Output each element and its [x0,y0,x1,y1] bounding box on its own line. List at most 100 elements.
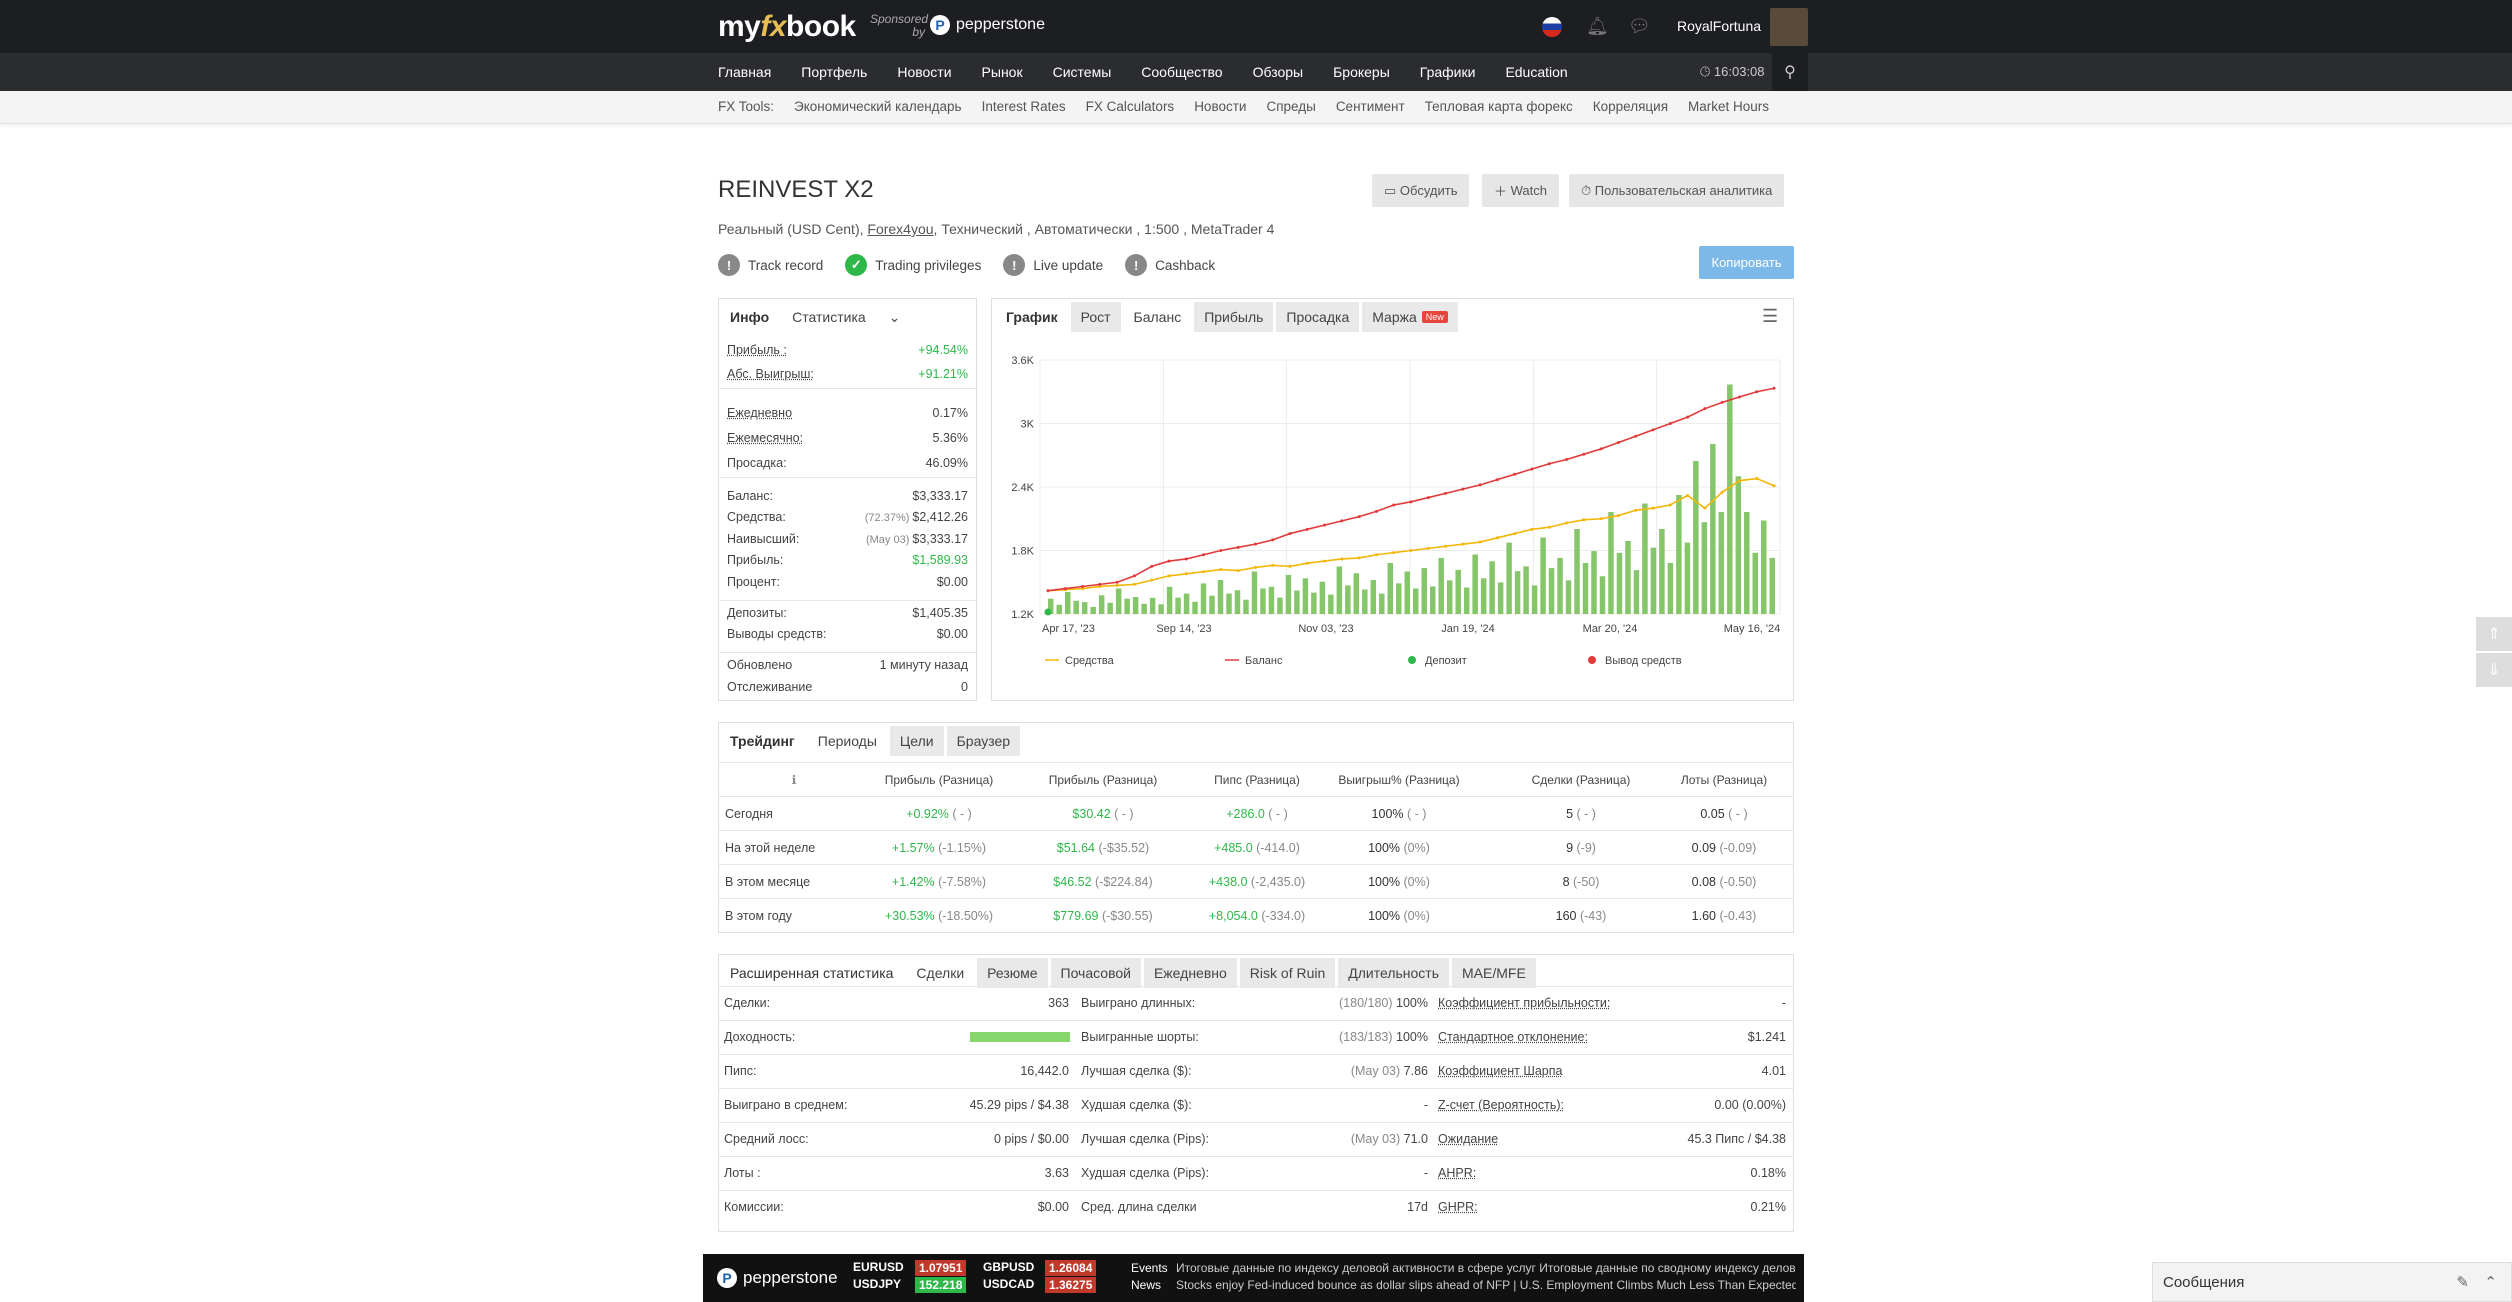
quote-symbol[interactable]: GBPUSD [983,1260,1034,1274]
ext-label[interactable]: Ожидание [1438,1132,1498,1146]
equity-line-point [1323,559,1327,563]
ext-label: Сделки: [724,996,771,1010]
trading-tab-3[interactable]: Браузер [946,726,1021,756]
nav-item-2[interactable]: Новости [897,64,951,80]
chart-tab-1[interactable]: Рост [1070,302,1121,332]
chart-tab-5[interactable]: Маржа New [1362,302,1458,332]
scroll-top-icon[interactable]: ⇑ [2476,617,2512,651]
ext-label[interactable]: AHPR: [1438,1166,1476,1180]
balance-line-point [1737,395,1741,399]
discuss-button[interactable]: ▭ Обсудить [1372,174,1470,207]
nav-item-5[interactable]: Сообщество [1141,64,1222,80]
balance-line-point [1513,472,1517,476]
chevron-down-icon[interactable]: ⌄ [878,302,911,332]
deposit-bar [1413,588,1419,614]
nav-item-9[interactable]: Education [1505,64,1567,80]
ext-label[interactable]: Коэффициент Шарпа [1438,1064,1562,1078]
balance-line-point [1444,491,1448,495]
broker-link[interactable]: Forex4you [867,221,933,237]
balance-line-point [1132,574,1136,578]
tools-item-8[interactable]: Корреляция [1593,99,1668,114]
messages-bar[interactable]: Сообщения ✎ ⌃ [2152,1262,2512,1302]
myfxbook-logo[interactable]: myfxbook [718,10,856,44]
cell-diff: (-0.09) [1716,841,1757,855]
tab-info[interactable]: Инфо [720,302,780,332]
bell-icon[interactable]: 🔔︎ [1586,16,1609,37]
ext-label[interactable]: Коэффициент прибыльности: [1438,996,1610,1010]
ext-tab-4[interactable]: Ежедневно [1143,958,1237,988]
tools-item-6[interactable]: Сентимент [1336,99,1405,114]
balance-line-point [1098,582,1102,586]
trading-tab-0[interactable]: Трейдинг [720,726,805,756]
badge-0[interactable]: ! Track record [718,254,823,276]
copy-button[interactable]: Копировать [1699,246,1794,279]
trading-tab-2[interactable]: Цели [889,726,944,756]
tools-item-4[interactable]: Новости [1194,99,1246,114]
nav-item-8[interactable]: Графики [1420,64,1476,80]
settings-icon[interactable]: ☰ [1762,306,1778,327]
info-label[interactable]: Прибыль : [727,343,787,357]
avatar[interactable] [1770,8,1808,46]
quote-symbol[interactable]: USDCAD [983,1277,1034,1291]
nav-item-7[interactable]: Брокеры [1333,64,1390,80]
divider [719,1122,1793,1123]
chart-tab-3[interactable]: Прибыль [1194,302,1274,332]
tools-item-3[interactable]: FX Calculators [1086,99,1175,114]
deposit-bar [1718,512,1725,614]
tools-item-5[interactable]: Спреды [1266,99,1315,114]
ext-tab-3[interactable]: Почасовой [1050,958,1141,988]
ext-value: $0.00 [1037,1200,1069,1214]
ext-label[interactable]: GHPR: [1438,1200,1478,1214]
search-icon[interactable]: ⚲ [1772,53,1808,91]
language-flag-icon[interactable] [1542,17,1562,37]
ext-tab-2[interactable]: Резюме [977,958,1048,988]
info-label[interactable]: Абс. Выигрыш: [727,367,814,381]
chevron-up-icon[interactable]: ⌃ [2484,1273,2497,1291]
quote-symbol[interactable]: USDJPY [853,1277,901,1291]
info-icon[interactable]: ℹ [779,773,809,787]
balance-line-point [1478,483,1482,487]
trading-tab-1[interactable]: Периоды [807,726,887,756]
sponsor-logo[interactable]: Ppepperstone [930,15,1045,35]
cell-value: 5 [1566,807,1574,821]
ext-tab-0[interactable]: Расширенная статистика [720,958,904,988]
ext-tab-6[interactable]: Длительность [1338,958,1449,988]
chart-tab-4[interactable]: Просадка [1276,302,1360,332]
tools-item-9[interactable]: Market Hours [1688,99,1769,114]
badge-3[interactable]: ! Cashback [1125,254,1215,276]
badge-2[interactable]: ! Live update [1003,254,1103,276]
tab-stats[interactable]: Статистика [782,302,876,332]
nav-item-6[interactable]: Обзоры [1253,64,1304,80]
nav-item-4[interactable]: Системы [1053,64,1112,80]
compose-icon[interactable]: ✎ [2456,1273,2469,1291]
scroll-bottom-icon[interactable]: ⇓ [2476,653,2512,687]
ext-tab-5[interactable]: Risk of Ruin [1239,958,1336,988]
watch-button[interactable]: ＋ Watch [1482,174,1559,207]
chat-icon[interactable]: 💬︎ [1628,16,1651,37]
username[interactable]: RoyalFortuna [1677,18,1761,34]
chart-tab-2[interactable]: Баланс [1123,302,1192,332]
quote-symbol[interactable]: EURUSD [853,1260,904,1274]
ticker-brand[interactable]: Ppepperstone [717,1268,838,1288]
table-cell: $51.64 (-$35.52) [1023,841,1183,855]
nav-item-0[interactable]: Главная [718,64,771,80]
badge-1[interactable]: ✓ Trading privileges [845,254,981,276]
ext-tab-7[interactable]: MAE/MFE [1452,958,1536,988]
ext-label: Худшая сделка ($): [1081,1098,1192,1112]
nav-item-1[interactable]: Портфель [801,64,867,80]
info-label[interactable]: Ежедневно [727,406,792,420]
ext-label[interactable]: Стандартное отклонение: [1438,1030,1588,1044]
equity-line-point [1202,570,1206,574]
ext-tab-1[interactable]: Сделки [906,958,975,988]
tools-item-1[interactable]: Экономический календарь [794,99,962,114]
ticker-text[interactable]: Итоговые данные по индексу деловой актив… [1176,1260,1796,1294]
analytics-button[interactable]: ⏱ Пользовательская аналитика [1569,174,1785,207]
ext-label[interactable]: Z-счет (Вероятность): [1438,1098,1564,1112]
tools-item-7[interactable]: Тепловая карта форекс [1425,99,1573,114]
nav-item-3[interactable]: Рынок [982,64,1023,80]
chart-tab-0[interactable]: График [996,302,1068,332]
deposit-bar [1319,581,1326,614]
info-label[interactable]: Ежемесячно: [727,431,803,445]
ext-label: Лоты : [724,1166,761,1180]
tools-item-2[interactable]: Interest Rates [982,99,1066,114]
